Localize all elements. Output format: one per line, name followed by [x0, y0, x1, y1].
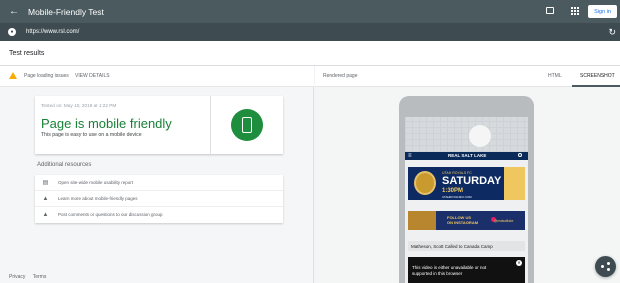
hamburger-menu-icon: ≡ [408, 153, 412, 159]
search-icon [518, 153, 522, 157]
status-row: Page loading issues VIEW DETAILS [0, 66, 314, 87]
verdict-card: Tested on: May 10, 2019 at 1:22 PM Page … [35, 96, 283, 154]
news-headline: Matheson, Scott Called to Canada Camp [408, 241, 525, 251]
additional-resources-title: Additional resources [37, 162, 92, 168]
ad-player-image [504, 167, 525, 200]
utah-royals-ad: UTAH ROYALS FC SATURDAY 1:30PM UTAHROYAL… [408, 167, 525, 200]
ad-site: UTAHROYALSFC.COM [442, 195, 472, 199]
results-title: Test results [9, 50, 45, 57]
mobile-friendly-badge [231, 109, 263, 141]
active-tab-indicator [572, 85, 620, 87]
view-details-link[interactable]: VIEW DETAILS [75, 73, 110, 79]
site-navbar: ≡ REAL SALT LAKE [405, 152, 528, 160]
resource-item-discussion-group[interactable]: ▲ Post comments or questions to our disc… [35, 207, 283, 223]
results-pane: Page loading issues VIEW DETAILS Tested … [0, 66, 314, 283]
rendered-screenshot[interactable]: ≡ REAL SALT LAKE UTAH ROYALS FC SATURDAY… [405, 117, 528, 283]
resource-item-usability-report[interactable]: ▤ Open site-wide mobile usability report [35, 175, 283, 191]
sign-in-button[interactable]: Sign in [588, 5, 617, 18]
verdict-description: This page is easy to use on a mobile dev… [41, 132, 142, 138]
globe-icon: ● [8, 28, 16, 36]
rendered-page-label: Rendered page [323, 73, 358, 79]
instagram-ad: FOLLOW US ON INSTAGRAM @realsaltlake [408, 211, 525, 230]
tested-url: https://www.rsl.com/ [26, 29, 80, 35]
rendered-page-pane: Rendered page HTML SCREENSHOT ≡ REAL SAL… [315, 66, 620, 283]
school-icon: ▲ [42, 196, 49, 202]
share-button[interactable] [595, 256, 616, 277]
hero-sketch [405, 117, 528, 152]
results-header: Test results [0, 41, 620, 66]
app-header: ← Mobile-Friendly Test Sign in [0, 0, 620, 23]
hero-flag [469, 125, 491, 147]
phone-frame: ≡ REAL SALT LAKE UTAH ROYALS FC SATURDAY… [399, 96, 534, 283]
resource-label: Open site-wide mobile usability report [58, 180, 134, 185]
resource-label: Learn more about mobile-friendly pages [58, 196, 138, 201]
close-icon: ✕ [516, 260, 522, 266]
apps-grid-icon[interactable] [571, 7, 579, 15]
status-text: Page loading issues [24, 73, 69, 79]
ad-time: 1:30PM [442, 188, 464, 194]
resources-list: ▤ Open site-wide mobile usability report… [35, 175, 283, 223]
school-icon: ▲ [42, 212, 49, 218]
terms-link[interactable]: Terms [33, 274, 47, 280]
share-icon [607, 262, 610, 265]
tab-screenshot[interactable]: SCREENSHOT [580, 73, 615, 79]
app-title: Mobile-Friendly Test [28, 6, 104, 17]
resource-item-learn-more[interactable]: ▲ Learn more about mobile-friendly pages [35, 191, 283, 207]
ad-player-image [408, 211, 436, 230]
site-hero-image [405, 117, 528, 152]
video-unavailable-box: This video is either unavailable or not s… [408, 257, 525, 283]
video-message: This video is either unavailable or not s… [412, 265, 487, 276]
ad-handle: @realsaltlake [494, 219, 514, 223]
ad-headline: SATURDAY [442, 175, 502, 187]
privacy-link[interactable]: Privacy [9, 274, 25, 280]
club-crest-image [414, 171, 436, 195]
smartphone-icon [242, 117, 252, 133]
tested-url-bar: ● https://www.rsl.com/ ↻ [0, 23, 620, 41]
tab-html[interactable]: HTML [548, 73, 562, 79]
tested-timestamp: Tested on: May 10, 2019 at 1:22 PM [41, 103, 117, 108]
verdict-headline: Page is mobile friendly [41, 116, 172, 131]
warning-icon [9, 72, 17, 79]
back-arrow-icon[interactable]: ← [9, 6, 21, 17]
feedback-icon[interactable] [546, 7, 554, 14]
card-divider [210, 96, 211, 154]
resource-label: Post comments or questions to our discus… [58, 212, 163, 217]
ad-follow-text: FOLLOW US ON INSTAGRAM [447, 215, 479, 225]
refresh-icon[interactable]: ↻ [608, 27, 616, 38]
report-icon: ▤ [42, 180, 49, 186]
footer: Privacy Terms [9, 274, 52, 280]
site-brand: REAL SALT LAKE [448, 153, 487, 158]
rendered-page-header: Rendered page HTML SCREENSHOT [315, 66, 620, 87]
